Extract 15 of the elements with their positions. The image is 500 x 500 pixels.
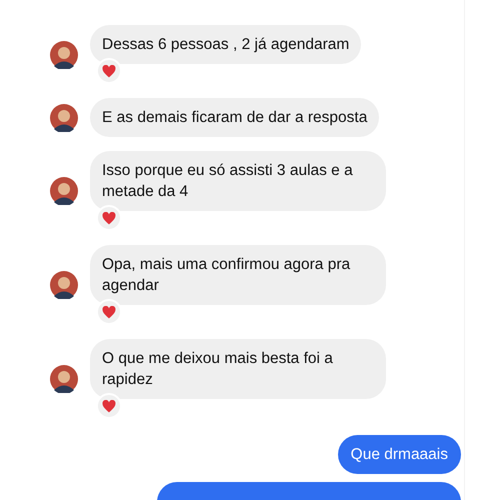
heart-icon [102,306,116,318]
message-bubble: Opa, mais uma confirmou agora pra agendar [90,245,386,305]
message-bubble: Que drmaaais [338,435,461,474]
avatar-icon [50,40,78,68]
heart-icon [102,64,116,78]
avatar-icon [50,271,78,299]
avatar-icon [50,365,78,393]
message-bubble: Isso porque eu só assisti 3 aulas e a metade da 4 [90,151,386,211]
heart-icon [102,400,116,412]
message-bubble: O que me deixou mais besta foi a rapidez [90,339,386,399]
avatar-icon [50,104,78,132]
message-bubble: E as demais ficaram de dar a resposta [90,98,380,137]
message-bubble: Dessas 6 pessoas , 2 já agendaram [90,25,362,64]
avatar-icon [50,177,78,205]
heart-icon [102,212,116,224]
